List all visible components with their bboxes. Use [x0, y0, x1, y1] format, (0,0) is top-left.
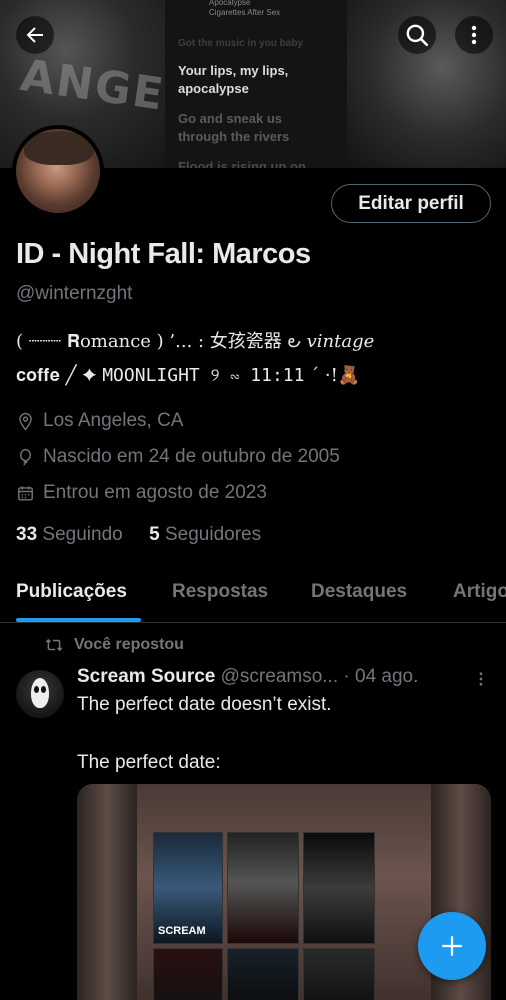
- poster-scream-3: [303, 832, 375, 944]
- post-more-button[interactable]: [472, 668, 490, 695]
- profile-name: ID - Night Fall: Marcos: [16, 238, 311, 270]
- bio-line-2-part3: ´ ·!🧸: [304, 365, 361, 386]
- bio-line-2-part2: MOONLIGHT ୨ ∾ 11:11: [102, 365, 305, 386]
- profile-location: Los Angeles, CA: [16, 410, 183, 432]
- profile-join-date: Entrou em agosto de 2023: [16, 482, 267, 504]
- banner-lyric-1: Your lips, my lips, apocalypse: [178, 63, 289, 96]
- birthdate-text: Nascido em 24 de outubro de 2005: [43, 446, 340, 467]
- poster-scream-6: [303, 948, 375, 1000]
- poster-scream-4: [153, 948, 223, 1000]
- plus-icon: [442, 936, 462, 956]
- post-author-avatar[interactable]: [16, 670, 64, 718]
- search-button[interactable]: [398, 16, 436, 54]
- post-date[interactable]: 04 ago.: [355, 666, 418, 687]
- banner-lyric-3: Flood is rising up on: [178, 159, 306, 168]
- calendar-icon: [18, 485, 33, 501]
- following-link[interactable]: 33 Seguindo: [16, 524, 123, 545]
- tab-respostas[interactable]: Respostas: [172, 581, 268, 603]
- post-header: Scream Source @screamso... · 04 ago.: [77, 666, 418, 688]
- back-button[interactable]: [16, 16, 54, 54]
- poster-scream-5: [227, 948, 299, 1000]
- bio-line-2-part1: 𝐜𝐨𝐟𝐟𝐞 ╱ ✦: [16, 365, 103, 386]
- search-icon: [406, 24, 429, 47]
- bio-line-2: 𝐜𝐨𝐟𝐟𝐞 ╱ ✦ MOONLIGHT ୨ ∾ 11:11 ´ ·!🧸: [16, 365, 360, 386]
- followers-count: 5: [149, 524, 160, 545]
- post-author-name[interactable]: Scream Source: [77, 666, 215, 687]
- post-text-line2: The perfect date:: [77, 752, 221, 773]
- bio-line-1: ( ┈┈┈ 𝐑omance ) ’... : 女孩瓷器 ౿ 𝑣𝑖𝑛𝑡𝑎𝑔𝑒: [16, 331, 375, 352]
- following-count: 33: [16, 524, 38, 545]
- join-date-text: Entrou em agosto de 2023: [43, 482, 267, 503]
- location-text: Los Angeles, CA: [43, 410, 184, 431]
- edit-profile-button[interactable]: Editar perfil: [331, 184, 491, 223]
- follow-stats: 33 Seguindo 5 Seguidores: [16, 524, 261, 546]
- repost-indicator: Você repostou: [44, 636, 184, 654]
- tab-destaques[interactable]: Destaques: [311, 581, 407, 603]
- back-arrow-icon: [26, 27, 43, 43]
- banner-lyrics-panel: Apocalypse Cigarettes After Sex Got the …: [165, 0, 347, 168]
- media-curtain-left: [77, 784, 137, 1000]
- followers-label: Seguidores: [164, 524, 262, 545]
- post-dot: ·: [343, 666, 350, 687]
- poster-scream-2: [227, 832, 299, 944]
- balloon-icon: [20, 448, 31, 466]
- banner-song-info: Apocalypse Cigarettes After Sex: [209, 0, 281, 17]
- profile-handle: @winternzght: [16, 283, 133, 304]
- avatar-image: [16, 129, 100, 213]
- following-label: Seguindo: [42, 524, 123, 545]
- profile-birthdate: Nascido em 24 de outubro de 2005: [16, 446, 340, 468]
- post-text-line1: The perfect date doesn’t exist.: [77, 694, 332, 715]
- post-author-handle[interactable]: @screamso...: [221, 666, 338, 687]
- followers-link[interactable]: 5 Seguidores: [149, 524, 261, 545]
- banner-lyric-faint: Got the music in you baby: [178, 38, 304, 49]
- more-vertical-icon: [479, 672, 483, 686]
- more-vertical-icon: [471, 25, 477, 45]
- tab-artigos[interactable]: Artigos: [453, 581, 506, 603]
- poster-title: SCREAM: [158, 925, 206, 937]
- repost-label: Você repostou: [74, 636, 184, 653]
- more-options-button[interactable]: [455, 16, 493, 54]
- profile-avatar[interactable]: [12, 125, 104, 217]
- repost-icon: [45, 638, 63, 652]
- location-icon: [19, 412, 32, 430]
- banner-lyric-2: Go and sneak us through the rivers: [178, 111, 290, 144]
- profile-tabs: Publicações Respostas Destaques Artigos: [0, 573, 506, 623]
- poster-scream-1: SCREAM: [153, 832, 223, 944]
- active-tab-indicator: [16, 618, 141, 622]
- compose-post-button[interactable]: [418, 912, 486, 980]
- tab-publicacoes[interactable]: Publicações: [16, 581, 127, 603]
